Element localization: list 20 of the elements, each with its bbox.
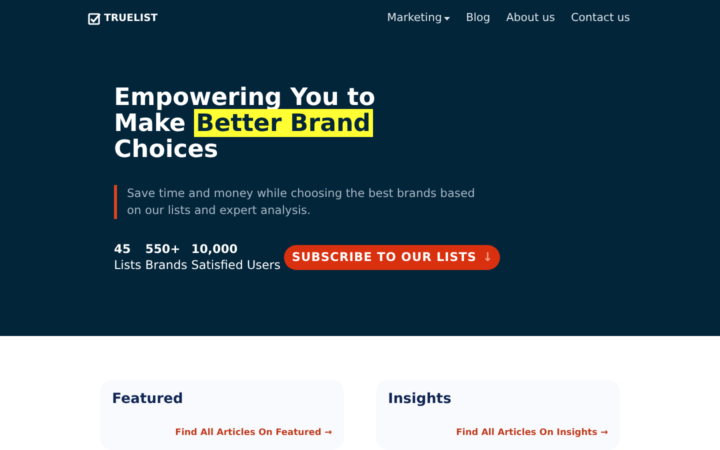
section-title: Insights: [388, 390, 452, 409]
hero-headline: Empowering You to Make Better Brand Choices: [114, 84, 376, 162]
brand-name[interactable]: TRUELIST: [104, 11, 158, 26]
nav-link[interactable]: About us: [506, 10, 555, 27]
stat-label: Lists: [114, 257, 142, 273]
stat-label: Satisfied Users: [191, 257, 280, 273]
logo-icon: [88, 12, 101, 25]
caret-icon: [444, 16, 450, 20]
articles-link[interactable]: Find All Articles On Featured →: [175, 426, 332, 440]
stat-value: 45: [114, 241, 132, 257]
stat-value: 10,000: [191, 241, 239, 257]
section-title: Featured: [112, 390, 184, 409]
stat-label: Brands: [145, 257, 188, 273]
nav-link[interactable]: Contact us: [571, 10, 630, 27]
subscribe-button[interactable]: SUBSCRIBE TO OUR LISTS ↓: [284, 244, 500, 270]
nav-link[interactable]: Marketing: [387, 10, 450, 27]
nav-link[interactable]: Blog: [466, 10, 490, 27]
stat-value: 550+: [145, 241, 182, 257]
articles-link[interactable]: Find All Articles On Insights →: [456, 426, 608, 440]
tagline: Save time and money while choosing the best brands based on our lists and expert analysis.: [127, 185, 476, 219]
